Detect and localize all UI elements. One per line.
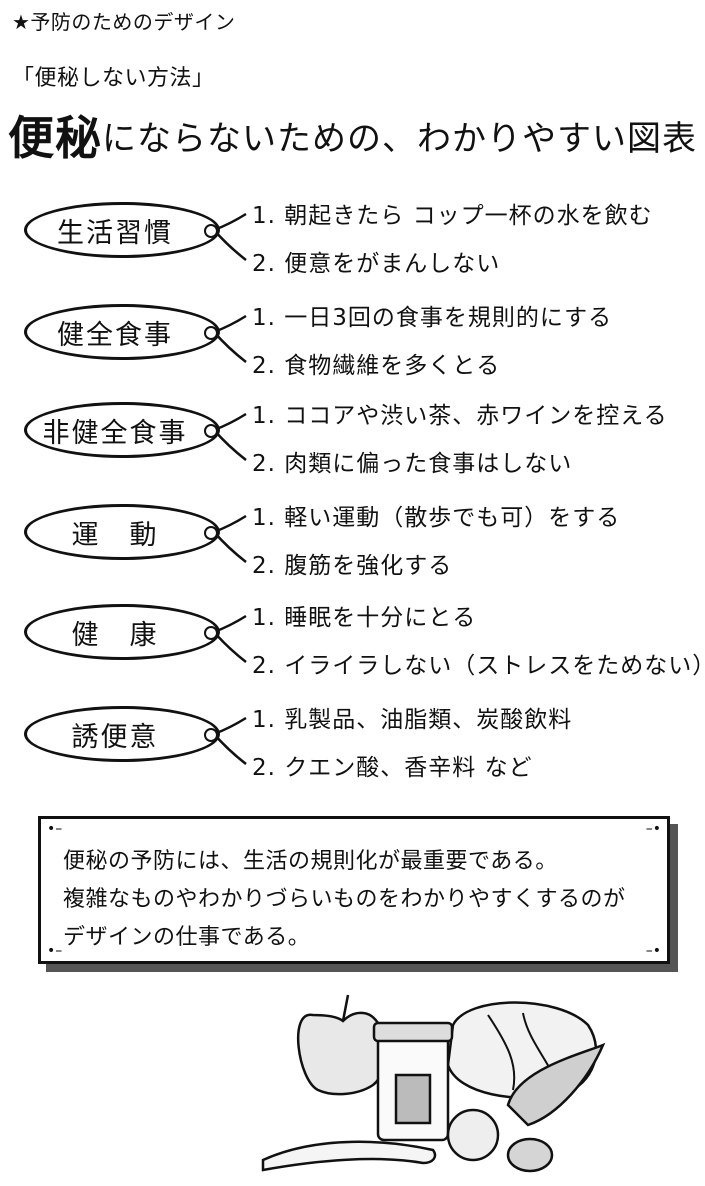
section-lifestyle: 生活習慣 1. 朝起きたら コップ一杯の水を飲む 2. 便意をがまんしない [0,190,705,300]
section-health: 健 康 1. 睡眠を十分にとる 2. イライラしない（ストレスをためない） [0,592,705,702]
list-item: 1. 睡眠を十分にとる [252,605,477,631]
pin-icon: –• [645,943,661,959]
list-item: 2. 肉類に偏った食事はしない [252,451,573,477]
section-exercise: 運 動 1. 軽い運動（散歩でも可）をする 2. 腹筋を強化する [0,492,705,602]
note-line: 便秘の予防には、生活の規則化が最重要である。 [63,849,558,874]
note-box: •– –• •– –• 便秘の予防には、生活の規則化が最重要である。 複雑なもの… [38,816,670,964]
section-unhealthy-diet: 非健全食事 1. ココアや渋い茶、赤ワインを控える 2. 肉類に偏った食事はしな… [0,390,705,500]
title-emphasis: 便秘 [8,111,102,165]
bullet-dot-icon [204,424,218,438]
category-label: 非健全食事 [24,402,220,458]
note-line: 複雑なものやわかりづらいものをわかりやすくするのが [63,887,626,912]
list-item: 2. 腹筋を強化する [252,553,453,579]
bullet-dot-icon [204,526,218,540]
section-bowel-inducers: 誘便意 1. 乳製品、油脂類、炭酸飲料 2. クエン酸、香辛料 など [0,694,705,804]
note-line: デザインの仕事である。 [63,925,311,950]
list-item: 2. クエン酸、香辛料 など [252,755,533,781]
bullet-dot-icon [204,224,218,238]
title-rest: にならないための、わかりやすい図表 [102,119,697,159]
section-healthy-diet: 健全食事 1. 一日3回の食事を規則的にする 2. 食物繊維を多くとる [0,292,705,402]
list-item: 1. 乳製品、油脂類、炭酸飲料 [252,707,573,733]
list-item: 2. 食物繊維を多くとる [252,353,501,379]
category-label: 健 康 [24,604,220,660]
list-item: 1. 軽い運動（散歩でも可）をする [252,505,621,531]
fruit-and-vegetables-illustration-icon [261,994,606,1173]
list-item: 1. 朝起きたら コップ一杯の水を飲む [252,203,653,229]
bullet-dot-icon [204,728,218,742]
list-item: 1. 一日3回の食事を規則的にする [252,305,613,331]
category-label: 生活習慣 [24,202,220,258]
pin-icon: •– [47,943,63,959]
list-item: 1. ココアや渋い茶、赤ワインを控える [252,403,668,429]
category-label: 健全食事 [24,304,220,360]
pin-icon: –• [645,821,661,837]
page-title: 便秘にならないための、わかりやすい図表 [8,102,697,168]
category-heading: ★予防のためのデザイン [12,10,236,34]
category-label: 運 動 [24,504,220,560]
list-item: 2. 便意をがまんしない [252,251,501,277]
document-subtitle: 「便秘しない方法」 [12,66,215,91]
category-label: 誘便意 [24,706,220,762]
pin-icon: •– [47,821,63,837]
bullet-dot-icon [204,626,218,640]
bullet-dot-icon [204,326,218,340]
list-item: 2. イライラしない（ストレスをためない） [252,653,705,679]
